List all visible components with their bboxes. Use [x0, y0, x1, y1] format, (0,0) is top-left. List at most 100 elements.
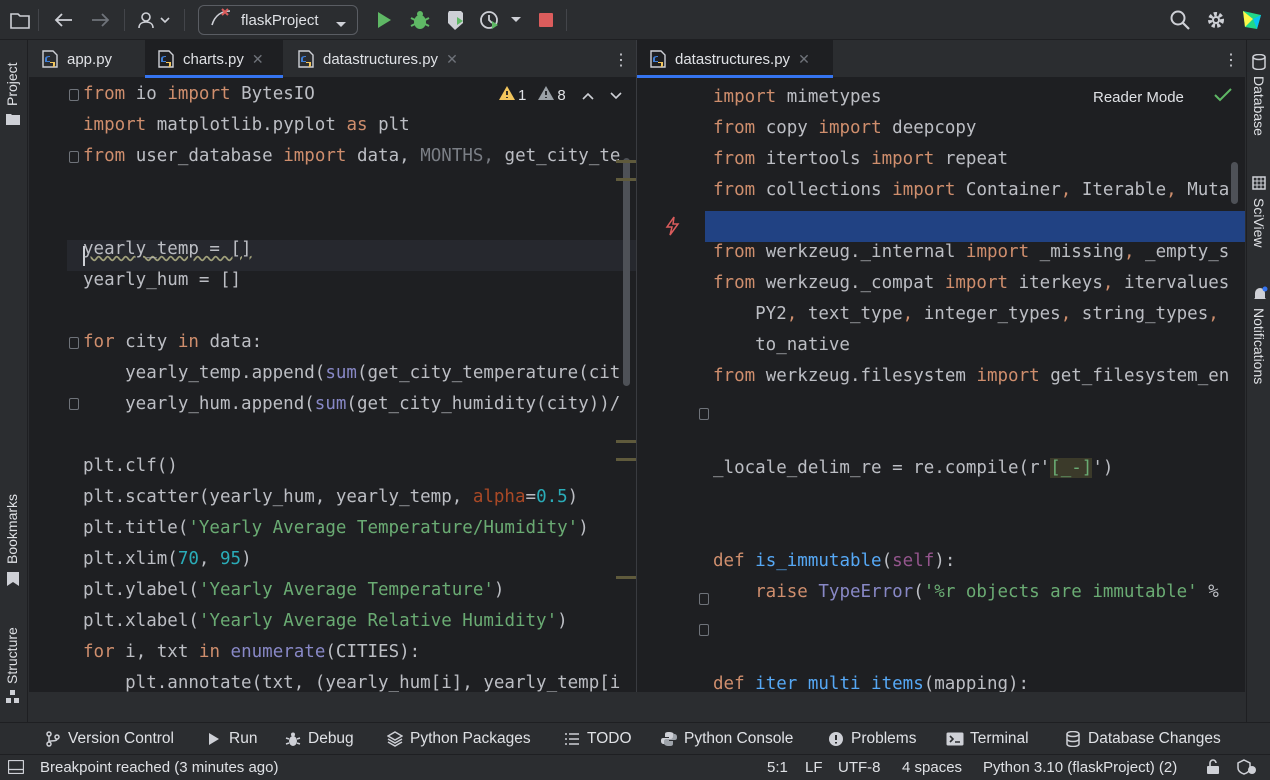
fold-marker[interactable]	[699, 593, 709, 605]
code-line: PY2, text_type, integer_types, string_ty…	[713, 304, 1219, 324]
fold-marker[interactable]	[69, 151, 79, 163]
code-line: from werkzeug._compat import iterkeys, i…	[713, 273, 1230, 293]
tool-label: Python Console	[684, 730, 794, 747]
right-editor-pane: datastructures.py ✕ ⋮ Reader Mode import…	[637, 40, 1245, 692]
lock-icon[interactable]	[1206, 759, 1220, 779]
forward-arrow-icon[interactable]	[88, 8, 112, 32]
debug-icon[interactable]	[408, 8, 432, 32]
sciview-tool-button[interactable]: SciView	[1251, 198, 1267, 248]
code-line: to_native	[713, 335, 850, 355]
python-packages-tool-button[interactable]: Python Packages	[386, 729, 531, 749]
fold-marker[interactable]	[69, 89, 79, 101]
todo-tool-button[interactable]: TODO	[563, 729, 632, 749]
right-editor-tabs: datastructures.py ✕ ⋮	[637, 40, 1245, 78]
vertical-scrollbar[interactable]	[1231, 162, 1238, 204]
tool-label: TODO	[587, 730, 632, 747]
close-icon[interactable]: ✕	[446, 51, 458, 68]
more-vertical-icon[interactable]: ⋮	[1223, 50, 1239, 69]
left-tool-strip: Project Bookmarks Structure	[0, 40, 28, 722]
tool-label: Version Control	[68, 730, 174, 747]
run-icon	[205, 730, 223, 748]
problems-tool-button[interactable]: Problems	[827, 729, 916, 749]
run-icon[interactable]	[372, 8, 396, 32]
code-line: plt.scatter(yearly_hum, yearly_temp, alp…	[83, 487, 579, 507]
code-line: import mimetypes	[713, 87, 882, 107]
warning-stripe-marker[interactable]	[616, 160, 636, 163]
close-icon[interactable]: ✕	[252, 51, 264, 68]
notification-bell-icon[interactable]	[1252, 286, 1268, 306]
debug-tool-button[interactable]: Debug	[284, 729, 354, 749]
jetbrains-logo-icon[interactable]	[1240, 8, 1264, 32]
database-icon[interactable]	[1252, 53, 1266, 74]
warning-stripe-marker[interactable]	[616, 178, 636, 181]
structure-tool-button[interactable]: Structure	[4, 627, 20, 684]
code-line: yearly_hum.append(sum(get_city_humidity(…	[83, 394, 621, 414]
file-encoding[interactable]: UTF-8	[838, 759, 881, 776]
run-configuration-selector[interactable]: flaskProject	[198, 5, 358, 35]
fold-marker[interactable]	[699, 624, 709, 636]
version-control-tool-button[interactable]: Version Control	[44, 729, 174, 749]
tab-datastructures-py[interactable]: datastructures.py ✕	[637, 40, 833, 78]
code-line: from user_database import data, MONTHS, …	[83, 146, 621, 166]
database-tool-button[interactable]: Database	[1251, 76, 1267, 136]
stop-icon[interactable]	[534, 8, 558, 32]
coverage-icon[interactable]	[444, 8, 468, 32]
tab-label: datastructures.py	[323, 50, 439, 68]
tab-app-py[interactable]: app.py	[29, 40, 145, 78]
run-tool-button[interactable]: Run	[205, 729, 257, 749]
status-message[interactable]: Breakpoint reached (3 minutes ago)	[40, 759, 278, 776]
left-code-area[interactable]: from io import BytesIO import matplotlib…	[29, 78, 636, 692]
warning-stripe-marker[interactable]	[616, 576, 636, 579]
vcs-user-icon[interactable]	[136, 8, 172, 32]
python-console-tool-button[interactable]: Python Console	[660, 729, 793, 749]
db-icon	[1064, 730, 1082, 748]
profile-icon[interactable]	[478, 8, 522, 32]
tool-label: Python Packages	[410, 730, 531, 747]
folder-small-icon[interactable]	[6, 112, 20, 129]
database-changes-tool-button[interactable]: Database Changes	[1064, 729, 1221, 749]
code-line: from itertools import repeat	[713, 149, 1009, 169]
search-icon[interactable]	[1168, 8, 1192, 32]
python-file-icon	[649, 50, 667, 68]
lightning-icon[interactable]	[665, 216, 681, 240]
code-line: from collections import Container, Itera…	[713, 180, 1230, 200]
folder-icon[interactable]	[8, 8, 32, 32]
fold-marker[interactable]	[69, 337, 79, 349]
code-line: _locale_delim_re = re.compile(r'[_-]')	[713, 458, 1114, 478]
bookmark-icon[interactable]	[7, 572, 19, 590]
python-file-icon	[157, 50, 175, 68]
project-tool-button[interactable]: Project	[4, 62, 20, 106]
tab-datastructures-py[interactable]: datastructures.py ✕	[285, 40, 475, 78]
panel-toggle-icon[interactable]	[7, 759, 25, 778]
notifications-tool-button[interactable]: Notifications	[1251, 308, 1267, 384]
vertical-scrollbar[interactable]	[623, 158, 630, 386]
sciview-icon[interactable]	[1252, 176, 1266, 194]
back-arrow-icon[interactable]	[52, 8, 76, 32]
code-line: plt.title('Yearly Average Temperature/Hu…	[83, 518, 589, 538]
python-icon	[660, 730, 678, 748]
warning-stripe-marker[interactable]	[616, 440, 636, 443]
gear-icon[interactable]	[1204, 8, 1228, 32]
inspection-profile-icon[interactable]	[1236, 758, 1258, 780]
fold-marker[interactable]	[699, 408, 709, 420]
fold-marker[interactable]	[69, 398, 79, 410]
tab-charts-py[interactable]: charts.py ✕	[145, 40, 283, 78]
right-code-area[interactable]: import mimetypes from copy import deepco…	[637, 78, 1245, 692]
line-separator[interactable]: LF	[805, 759, 823, 776]
structure-icon[interactable]	[6, 690, 20, 708]
tool-label: Run	[229, 730, 258, 747]
warning-stripe-marker[interactable]	[616, 458, 636, 461]
close-icon[interactable]: ✕	[798, 51, 810, 68]
code-line: from werkzeug._internal import _missing,…	[713, 242, 1230, 262]
terminal-tool-button[interactable]: Terminal	[946, 729, 1029, 749]
code-line: yearly_temp = []	[83, 239, 252, 259]
tool-label: Terminal	[970, 730, 1029, 747]
tool-label: Problems	[851, 730, 917, 747]
caret-position[interactable]: 5:1	[767, 759, 788, 776]
bug-icon	[284, 730, 302, 748]
code-line: from werkzeug.filesystem import get_file…	[713, 366, 1230, 386]
more-vertical-icon[interactable]: ⋮	[613, 50, 629, 69]
bookmarks-tool-button[interactable]: Bookmarks	[4, 494, 20, 564]
indent-setting[interactable]: 4 spaces	[902, 759, 962, 776]
python-interpreter[interactable]: Python 3.10 (flaskProject) (2)	[983, 759, 1177, 776]
